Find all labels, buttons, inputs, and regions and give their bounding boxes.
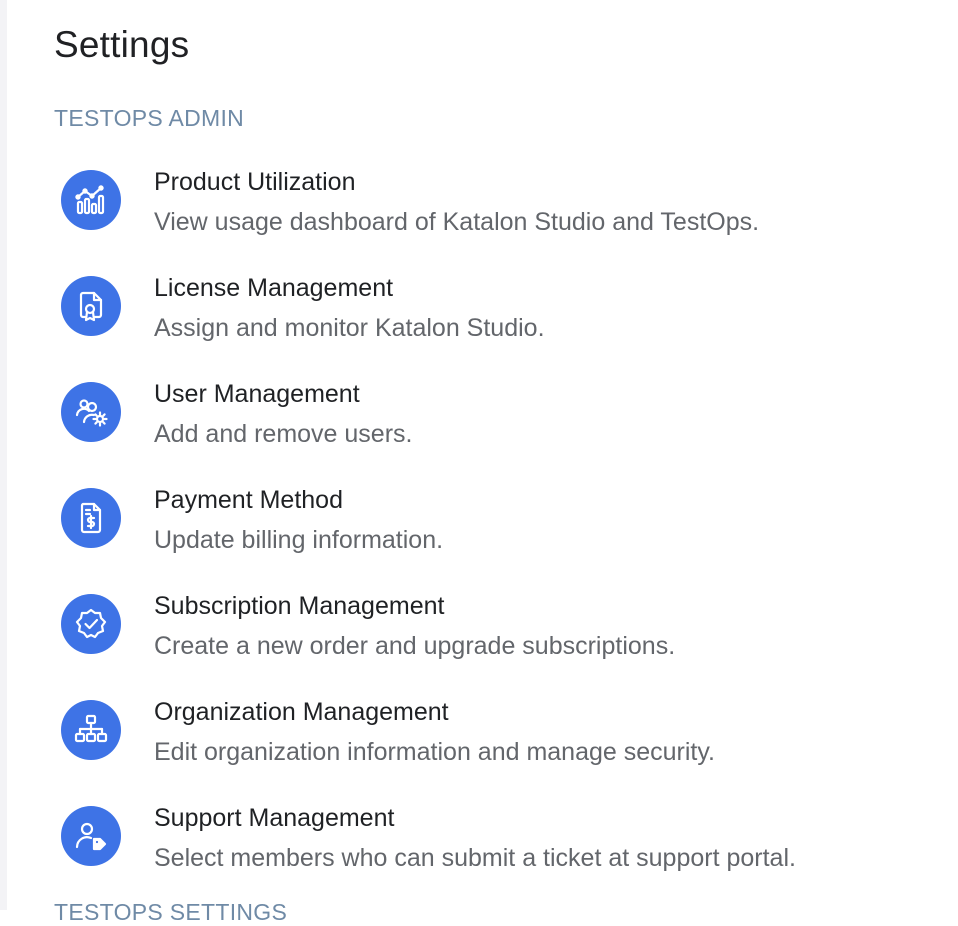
invoice-dollar-icon <box>61 488 121 548</box>
section-header-testops-settings: TESTOPS SETTINGS <box>54 899 288 925</box>
item-description: Create a new order and upgrade subscript… <box>154 632 676 660</box>
menu-item-payment-method[interactable]: Payment Method Update billing informatio… <box>54 486 944 582</box>
analytics-chart-icon <box>61 170 121 230</box>
item-description: Assign and monitor Katalon Studio. <box>154 314 545 342</box>
item-description: Edit organization information and manage… <box>154 738 715 766</box>
left-rail <box>0 0 7 910</box>
item-title: Payment Method <box>154 486 343 514</box>
user-tag-icon <box>61 806 121 866</box>
item-description: Add and remove users. <box>154 420 413 448</box>
org-chart-icon <box>61 700 121 760</box>
menu-item-product-utilization[interactable]: Product Utilization View usage dashboard… <box>54 168 944 264</box>
menu-item-support-management[interactable]: Support Management Select members who ca… <box>54 804 944 900</box>
verified-badge-icon <box>61 594 121 654</box>
item-description: Select members who can submit a ticket a… <box>154 844 796 872</box>
menu-item-organization-management[interactable]: Organization Management Edit organizatio… <box>54 698 944 794</box>
item-description: Update billing information. <box>154 526 444 554</box>
menu-item-subscription-management[interactable]: Subscription Management Create a new ord… <box>54 592 944 688</box>
menu-item-user-management[interactable]: User Management Add and remove users. <box>54 380 944 476</box>
page-title: Settings <box>54 24 190 65</box>
menu-item-license-management[interactable]: License Management Assign and monitor Ka… <box>54 274 944 370</box>
item-title: Subscription Management <box>154 592 445 620</box>
section-header-testops-admin: TESTOPS ADMIN <box>54 105 245 131</box>
item-title: Support Management <box>154 804 395 832</box>
item-title: Organization Management <box>154 698 449 726</box>
users-gear-icon <box>61 382 121 442</box>
license-certificate-icon <box>61 276 121 336</box>
item-description: View usage dashboard of Katalon Studio a… <box>154 208 760 236</box>
item-title: Product Utilization <box>154 168 356 196</box>
item-title: User Management <box>154 380 360 408</box>
item-title: License Management <box>154 274 394 302</box>
